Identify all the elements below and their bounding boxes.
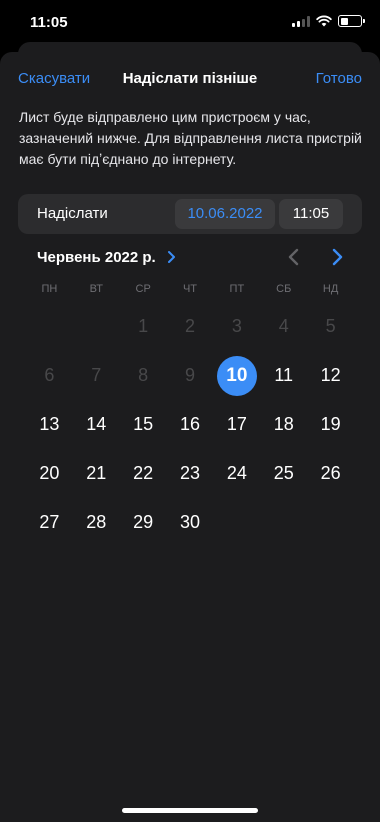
calendar-day[interactable]: 11: [260, 351, 307, 400]
calendar-day: 3: [213, 302, 260, 351]
calendar-day[interactable]: 22: [120, 449, 167, 498]
calendar-day-label: 24: [226, 463, 247, 483]
calendar-day-label: 12: [320, 365, 341, 385]
calendar-day[interactable]: 29: [120, 498, 167, 547]
calendar-day-label: 1: [138, 316, 149, 336]
next-month-button[interactable]: [327, 245, 347, 269]
date-picker-button[interactable]: 10.06.2022: [175, 199, 275, 229]
month-year-button[interactable]: Червень 2022 р.: [37, 249, 156, 266]
weekday-label: НД: [322, 283, 339, 295]
weekday-header: ПН ВТ СР ЧТ ПТ СБ НД: [26, 283, 354, 297]
calendar-day-label: 19: [320, 414, 341, 434]
weekday-label: ПТ: [229, 283, 245, 295]
calendar-day-label: 14: [86, 414, 107, 434]
calendar-empty-cell: [73, 302, 120, 351]
calendar-day-label: 3: [231, 316, 242, 336]
calendar-empty-cell: [26, 302, 73, 351]
calendar-day: 9: [167, 351, 214, 400]
chevron-right-icon[interactable]: [166, 247, 178, 267]
send-label: Надіслати: [37, 205, 108, 222]
weekday-label: ПН: [41, 283, 58, 295]
calendar-day[interactable]: 13: [26, 400, 73, 449]
signal-icon: [292, 15, 310, 27]
calendar-day: 5: [307, 302, 354, 351]
done-button[interactable]: Готово: [316, 70, 362, 87]
calendar-day-label: 21: [86, 463, 107, 483]
calendar-day[interactable]: 12: [307, 351, 354, 400]
calendar-day: 4: [260, 302, 307, 351]
calendar-day[interactable]: 14: [73, 400, 120, 449]
calendar-day[interactable]: 26: [307, 449, 354, 498]
calendar-day[interactable]: 17: [213, 400, 260, 449]
calendar-day-label: 26: [320, 463, 341, 483]
status-icons: [292, 15, 365, 27]
calendar-day: 7: [73, 351, 120, 400]
calendar-day-selected[interactable]: 10: [213, 351, 260, 400]
calendar-day[interactable]: 19: [307, 400, 354, 449]
weekday-label: СБ: [276, 283, 292, 295]
calendar-day-label: 5: [325, 316, 336, 336]
calendar-day-label: 17: [226, 414, 247, 434]
calendar-day: 2: [167, 302, 214, 351]
calendar-day[interactable]: 20: [26, 449, 73, 498]
calendar-day-label: 18: [273, 414, 294, 434]
weekday-label: ВТ: [89, 283, 103, 295]
calendar-day[interactable]: 15: [120, 400, 167, 449]
calendar-day-label: 30: [179, 512, 201, 532]
calendar-day-label: 25: [273, 463, 294, 483]
calendar-day-label: 22: [133, 463, 154, 483]
month-header: Червень 2022 р.: [0, 244, 380, 272]
calendar-day[interactable]: 27: [26, 498, 73, 547]
calendar-day-label: 23: [179, 463, 201, 483]
navigation-bar: Скасувати Надіслати пізніше Готово: [0, 52, 380, 104]
calendar-day[interactable]: 30: [167, 498, 214, 547]
calendar-day[interactable]: 18: [260, 400, 307, 449]
calendar-day-label: 8: [138, 365, 149, 385]
calendar-grid: 1 2 3 4 5 6 7 8 9 10 11 12 13 14 15 16 17 18 19 20 21 22 23 24 2…: [26, 302, 354, 547]
calendar-day: 8: [120, 351, 167, 400]
calendar-day-label: 9: [184, 365, 195, 385]
calendar-day[interactable]: 23: [167, 449, 214, 498]
calendar-day-label: 4: [278, 316, 289, 336]
calendar-day-label: 15: [133, 414, 154, 434]
calendar-day[interactable]: 25: [260, 449, 307, 498]
wifi-icon: [316, 15, 332, 27]
battery-icon: [338, 15, 365, 27]
status-bar: 11:05: [0, 0, 380, 44]
calendar-day: 6: [26, 351, 73, 400]
calendar-day[interactable]: 24: [213, 449, 260, 498]
calendar-day-label: 16: [179, 414, 201, 434]
calendar-day-label: 13: [39, 414, 60, 434]
calendar-day-label: 28: [86, 512, 107, 532]
send-later-sheet: Скасувати Надіслати пізніше Готово Лист …: [0, 52, 380, 822]
calendar-day-label: 7: [91, 365, 102, 385]
calendar-day-label: 6: [44, 365, 55, 385]
weekday-label: ЧТ: [182, 283, 198, 295]
calendar-day-label: 2: [184, 316, 195, 336]
send-date-row: Надіслати 10.06.2022 11:05: [18, 194, 362, 234]
calendar-day-label: 27: [39, 512, 60, 532]
calendar-day[interactable]: 28: [73, 498, 120, 547]
calendar-day-label: 10: [216, 355, 257, 396]
time-picker-button[interactable]: 11:05: [279, 199, 343, 229]
previous-month-button[interactable]: [284, 245, 304, 269]
calendar-day: 1: [120, 302, 167, 351]
home-indicator: [122, 808, 258, 813]
calendar-day-label: 11: [274, 365, 294, 385]
status-time: 11:05: [30, 14, 68, 31]
calendar-day[interactable]: 16: [167, 400, 214, 449]
description-text: Лист буде відправлено цим пристроєм у ча…: [19, 109, 362, 167]
weekday-label: СР: [135, 283, 151, 295]
calendar-day-label: 20: [39, 463, 60, 483]
calendar-day-label: 29: [133, 512, 154, 532]
calendar-day[interactable]: 21: [73, 449, 120, 498]
